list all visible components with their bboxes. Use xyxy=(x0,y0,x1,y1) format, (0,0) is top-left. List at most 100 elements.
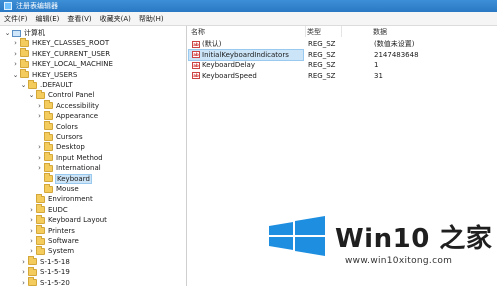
expand-chevron-icon[interactable]: › xyxy=(28,206,35,214)
tree-node-label: S-1-5-18 xyxy=(40,257,70,266)
tree-node[interactable]: Environment xyxy=(28,193,93,204)
folder-icon xyxy=(36,89,45,99)
tree-node[interactable]: Keyboard xyxy=(36,173,92,184)
folder-icon xyxy=(36,235,45,245)
menu-item[interactable]: 编辑(E) xyxy=(32,14,64,24)
title-bar: 注册表编辑器 xyxy=(0,0,497,12)
tree-node[interactable]: ⌄ 计算机 xyxy=(4,28,45,38)
expand-chevron-icon[interactable]: › xyxy=(12,60,19,68)
value-name: (默认) xyxy=(202,40,222,48)
menu-item[interactable]: 文件(F) xyxy=(0,14,32,24)
value-name: KeyboardDelay xyxy=(202,61,255,69)
expand-chevron-icon[interactable]: › xyxy=(36,143,43,151)
expand-chevron-icon[interactable]: › xyxy=(12,39,19,47)
tree-node[interactable]: › Accessibility xyxy=(36,100,99,111)
tree-node[interactable]: › Input Method xyxy=(36,152,103,163)
expand-chevron-icon[interactable]: › xyxy=(28,247,35,255)
tree-node-label: Appearance xyxy=(56,112,99,121)
tree-node-label: System xyxy=(48,247,75,256)
menu-item[interactable]: 收藏夹(A) xyxy=(96,14,135,24)
expand-chevron-icon[interactable]: › xyxy=(36,154,43,162)
tree-node[interactable]: › International xyxy=(36,162,101,173)
value-row[interactable]: ab (默认) REG_SZ (数值未设置) xyxy=(187,39,497,49)
tree-node[interactable]: › Desktop xyxy=(36,141,85,152)
value-row[interactable]: ab KeyboardSpeed REG_SZ 31 xyxy=(187,71,497,81)
tree-node[interactable]: Mouse xyxy=(36,183,79,194)
folder-icon xyxy=(36,245,45,255)
expand-chevron-icon[interactable]: › xyxy=(28,227,35,235)
collapse-chevron-icon[interactable]: ⌄ xyxy=(20,81,27,89)
expand-chevron-icon[interactable]: › xyxy=(28,237,35,245)
expand-chevron-icon[interactable]: › xyxy=(36,164,43,172)
tree-node[interactable]: › Appearance xyxy=(36,110,99,121)
folder-icon xyxy=(28,256,37,266)
menu-item[interactable]: 帮助(H) xyxy=(135,14,168,24)
collapse-chevron-icon[interactable]: ⌄ xyxy=(28,91,35,99)
folder-icon xyxy=(36,225,45,235)
value-data: 1 xyxy=(374,61,379,69)
menu-item[interactable]: 查看(V) xyxy=(63,14,95,24)
expand-chevron-icon[interactable]: › xyxy=(20,279,27,286)
tree-node-label: Keyboard Layout xyxy=(48,216,107,225)
tree-node-label: 计算机 xyxy=(24,29,45,37)
tree-node-label: Environment xyxy=(48,195,93,204)
string-value-icon: ab xyxy=(192,61,200,69)
tree-node[interactable]: › EUDC xyxy=(28,204,68,215)
tree-node[interactable]: ⌄ Control Panel xyxy=(28,89,95,100)
collapse-chevron-icon[interactable]: ⌄ xyxy=(4,29,11,37)
tree-node[interactable]: › Software xyxy=(28,235,79,246)
tree-node-label: EUDC xyxy=(48,205,68,214)
collapse-chevron-icon[interactable]: ⌄ xyxy=(12,71,19,79)
tree-node[interactable]: Cursors xyxy=(36,131,83,142)
folder-icon xyxy=(36,193,45,203)
folder-icon xyxy=(20,69,29,79)
folder-icon xyxy=(44,173,53,183)
expand-chevron-icon[interactable]: › xyxy=(36,102,43,110)
regedit-app-icon xyxy=(4,2,12,10)
brand-text: Win10 之家 xyxy=(335,224,493,254)
registry-tree[interactable]: ⌄ 计算机 › HKEY_CLASSES_ROOT › HKEY_CURRENT_USER… xyxy=(0,26,187,286)
folder-icon xyxy=(28,266,37,276)
expand-chevron-icon[interactable]: › xyxy=(20,258,27,266)
string-value-icon: ab xyxy=(192,72,200,79)
tree-node[interactable]: › System xyxy=(28,245,75,256)
expand-chevron-icon[interactable]: › xyxy=(28,216,35,224)
tree-node[interactable]: ⌄ .DEFAULT xyxy=(20,79,73,90)
expand-chevron-icon[interactable]: › xyxy=(36,112,43,120)
tree-node-label: Control Panel xyxy=(48,91,95,100)
tree-node-label: Colors xyxy=(56,122,78,131)
folder-icon xyxy=(20,37,29,47)
tree-node[interactable]: › HKEY_CLASSES_ROOT xyxy=(12,37,109,48)
tree-node[interactable]: › S-1-5-20 xyxy=(20,277,70,286)
tree-node[interactable]: › S-1-5-18 xyxy=(20,256,70,267)
watermark: Win10 之家 www.win10xitong.com xyxy=(265,212,497,286)
tree-node-label: HKEY_LOCAL_MACHINE xyxy=(32,60,113,69)
value-name-cell: ab KeyboardDelay xyxy=(189,60,303,70)
tree-node[interactable]: › HKEY_CURRENT_USER xyxy=(12,48,111,59)
tree-node-label: HKEY_CURRENT_USER xyxy=(32,49,111,58)
tree-node[interactable]: Colors xyxy=(36,121,78,132)
tree-node[interactable]: › Printers xyxy=(28,225,75,236)
folder-icon xyxy=(36,214,45,224)
expand-chevron-icon[interactable]: › xyxy=(20,268,27,276)
tree-node[interactable]: › HKEY_LOCAL_MACHINE xyxy=(12,58,113,69)
folder-icon xyxy=(44,100,53,110)
string-value-icon: ab xyxy=(192,51,200,58)
folder-icon xyxy=(44,121,53,131)
tree-node[interactable]: ⌄ HKEY_USERS xyxy=(12,69,78,80)
value-row[interactable]: ab InitialKeyboardIndicators REG_SZ 2147483… xyxy=(187,48,497,61)
column-header-data[interactable]: 数据 xyxy=(373,26,453,37)
column-header-type[interactable]: 类型 xyxy=(307,26,342,37)
value-type: REG_SZ xyxy=(308,50,336,59)
value-row[interactable]: ab KeyboardDelay REG_SZ 1 xyxy=(187,60,497,70)
tree-node[interactable]: › S-1-5-19 xyxy=(20,266,70,277)
folder-icon xyxy=(28,277,37,286)
value-data: 2147483648 xyxy=(374,50,419,59)
column-header-name[interactable]: 名称 xyxy=(191,26,306,37)
expand-chevron-icon[interactable]: › xyxy=(12,50,19,58)
folder-icon xyxy=(44,152,53,162)
folder-icon xyxy=(44,110,53,120)
tree-node[interactable]: › Keyboard Layout xyxy=(28,214,107,225)
tree-node-label: International xyxy=(56,164,101,173)
tree-node-label: HKEY_USERS xyxy=(32,70,78,79)
